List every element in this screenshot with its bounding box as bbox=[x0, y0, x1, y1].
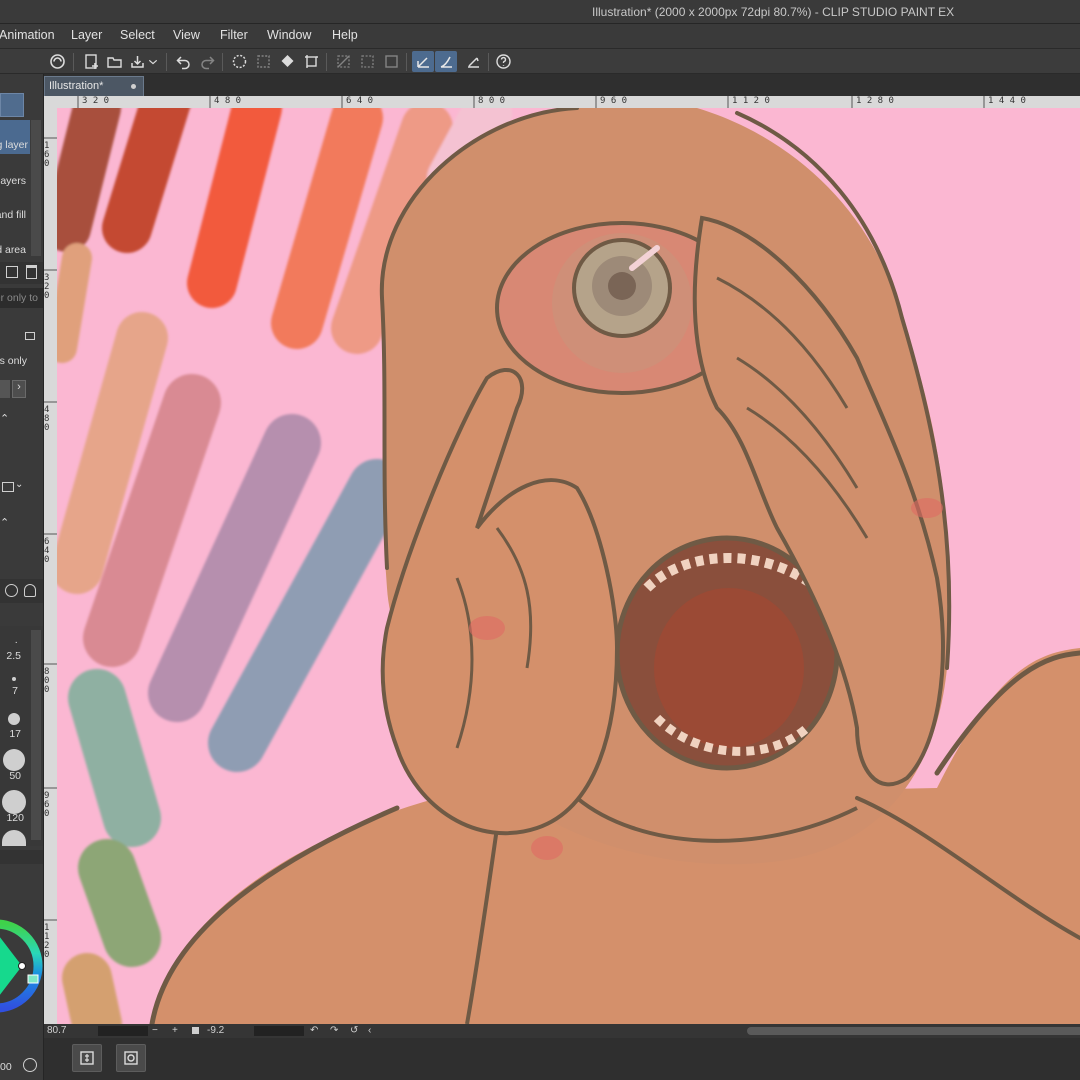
ruler-label: 1 1 2 0 bbox=[44, 923, 50, 960]
ruler-label: 8 0 0 bbox=[44, 667, 50, 695]
settings-icon[interactable] bbox=[23, 1058, 37, 1072]
document-tab[interactable]: Illustration* bbox=[44, 76, 144, 96]
menu-view[interactable]: View bbox=[173, 28, 200, 42]
brush-size-50[interactable]: 50 bbox=[9, 770, 21, 782]
reset-rotation-icon[interactable]: ↺ bbox=[350, 1025, 358, 1036]
ruler-label: 1 6 0 bbox=[44, 141, 50, 169]
clip-studio-icon[interactable] bbox=[46, 51, 68, 72]
menu-animation[interactable]: Animation bbox=[0, 28, 55, 42]
ruler-label: 8 0 0 bbox=[478, 96, 506, 106]
rotate-icon[interactable] bbox=[5, 584, 18, 597]
bottom-bar bbox=[44, 1038, 1080, 1080]
folder-icon[interactable] bbox=[2, 482, 14, 492]
open-icon[interactable] bbox=[103, 51, 125, 72]
deselect-icon[interactable] bbox=[332, 51, 354, 72]
menu-layer[interactable]: Layer bbox=[71, 28, 102, 42]
chevron-down-icon[interactable]: ⌄ bbox=[15, 479, 23, 490]
rotate-right-icon[interactable]: ↷ bbox=[330, 1025, 338, 1036]
brush-size-7[interactable]: 7 bbox=[12, 685, 18, 697]
zoom-in-icon[interactable]: + bbox=[172, 1025, 178, 1036]
clear-icon[interactable] bbox=[228, 51, 250, 72]
lock-icon[interactable] bbox=[25, 332, 35, 340]
copy-layer-icon[interactable] bbox=[6, 266, 18, 278]
zoom-value[interactable]: 80.7 bbox=[47, 1025, 66, 1036]
window-title: Illustration* (2000 x 2000px 72dpi 80.7%… bbox=[592, 5, 955, 19]
angle-value[interactable]: -9.2 bbox=[207, 1025, 224, 1036]
layer-action-row bbox=[0, 262, 43, 284]
menu-window[interactable]: Window bbox=[267, 28, 311, 42]
navigator-icon[interactable] bbox=[116, 1044, 146, 1072]
invert-selection-icon[interactable] bbox=[356, 51, 378, 72]
layer-option-reference[interactable]: g layer bbox=[0, 120, 30, 154]
left-panel: g layer layers and fill d area er only t… bbox=[0, 74, 44, 1080]
drawing-canvas[interactable] bbox=[57, 108, 1080, 1024]
save-icon[interactable] bbox=[126, 51, 148, 72]
pixels-only-label[interactable]: els only bbox=[0, 355, 27, 367]
ruler-label: 1 4 4 0 bbox=[988, 96, 1026, 106]
scroll-left-icon[interactable]: ‹ bbox=[368, 1025, 371, 1036]
fit-icon[interactable] bbox=[192, 1027, 199, 1034]
unsaved-dot-icon bbox=[131, 84, 136, 89]
wrench-icon[interactable] bbox=[24, 584, 36, 597]
rotate-left-icon[interactable]: ↶ bbox=[310, 1025, 318, 1036]
document-tab-label: Illustration* bbox=[49, 80, 104, 92]
document-tab-row: Illustration* bbox=[0, 74, 1080, 96]
ruler-label: 1 1 2 0 bbox=[732, 96, 770, 106]
next-arrow-icon[interactable]: › bbox=[12, 380, 26, 398]
ruler-label: 4 8 0 bbox=[214, 96, 242, 106]
color-wheel[interactable] bbox=[0, 874, 44, 1044]
brush-size-120[interactable]: 120 bbox=[6, 812, 24, 824]
stabilize-icon[interactable] bbox=[462, 51, 484, 72]
menu-filter[interactable]: Filter bbox=[220, 28, 248, 42]
undo-icon[interactable] bbox=[172, 51, 194, 72]
tool-property-header[interactable] bbox=[0, 93, 24, 117]
title-bar: Illustration* (2000 x 2000px 72dpi 80.7%… bbox=[0, 0, 1080, 24]
redo-icon[interactable] bbox=[196, 51, 218, 72]
ruler-label: 3 2 0 bbox=[82, 96, 110, 106]
ruler-label: 6 4 0 bbox=[44, 537, 50, 565]
reference-layer-field[interactable]: er only to bbox=[0, 292, 38, 304]
ruler-label: 6 4 0 bbox=[346, 96, 374, 106]
show-selection-icon[interactable] bbox=[380, 51, 402, 72]
panel-scrollbar[interactable] bbox=[31, 120, 41, 256]
horizontal-scrollbar[interactable] bbox=[747, 1027, 1080, 1035]
zoom-out-icon[interactable]: − bbox=[152, 1025, 158, 1036]
brush-size-2.5[interactable]: 2.5 bbox=[6, 650, 21, 662]
spin-arrows-icon[interactable]: ⌃ bbox=[0, 412, 9, 425]
new-canvas-icon[interactable] bbox=[80, 51, 102, 72]
fill-icon[interactable] bbox=[276, 51, 298, 72]
layer-option-label: g layer bbox=[0, 139, 28, 151]
menu-bar: Animation Layer Select View Filter Windo… bbox=[0, 24, 1080, 48]
clear-outside-icon[interactable] bbox=[252, 51, 274, 72]
zoom-slider[interactable] bbox=[98, 1026, 148, 1036]
status-bar: 80.7 − + -9.2 ↶ ↷ ↺ ‹ bbox=[44, 1024, 1080, 1038]
footer-value: 00 bbox=[0, 1061, 12, 1073]
layer-option-label[interactable]: d area bbox=[0, 244, 26, 256]
pen-pressure-icon[interactable] bbox=[435, 51, 457, 72]
layer-option-label[interactable]: layers bbox=[0, 175, 26, 187]
transform-icon[interactable] bbox=[300, 51, 322, 72]
left-ruler: 1 6 0 3 2 0 4 8 0 6 4 0 8 0 0 9 6 0 1 1 … bbox=[44, 108, 57, 1024]
rotate-slider[interactable] bbox=[254, 1026, 304, 1036]
illustration-artwork bbox=[57, 108, 1080, 1024]
snap-to-ruler-icon[interactable] bbox=[412, 51, 434, 72]
ruler-label: 4 8 0 bbox=[44, 405, 50, 433]
menu-help[interactable]: Help bbox=[332, 28, 358, 42]
ruler-label: 9 6 0 bbox=[600, 96, 628, 106]
menu-select[interactable]: Select bbox=[120, 28, 155, 42]
brush-size-17[interactable]: 17 bbox=[9, 728, 21, 740]
brush-size-scrollbar[interactable] bbox=[31, 630, 41, 840]
command-bar bbox=[0, 48, 1080, 74]
trash-icon[interactable] bbox=[26, 265, 37, 279]
ruler-label: 3 2 0 bbox=[44, 273, 50, 301]
spin-arrows-icon[interactable]: ⌃ bbox=[0, 516, 9, 529]
ruler-label: 9 6 0 bbox=[44, 791, 50, 819]
layer-option-label[interactable]: and fill bbox=[0, 209, 26, 221]
top-ruler: 3 2 0 4 8 0 6 4 0 8 0 0 9 6 0 1 1 2 0 1 … bbox=[44, 96, 1080, 108]
save-dropdown-icon[interactable] bbox=[146, 51, 160, 72]
layer-property-icon[interactable] bbox=[72, 1044, 102, 1072]
help-icon[interactable] bbox=[492, 51, 514, 72]
ruler-label: 1 2 8 0 bbox=[856, 96, 894, 106]
